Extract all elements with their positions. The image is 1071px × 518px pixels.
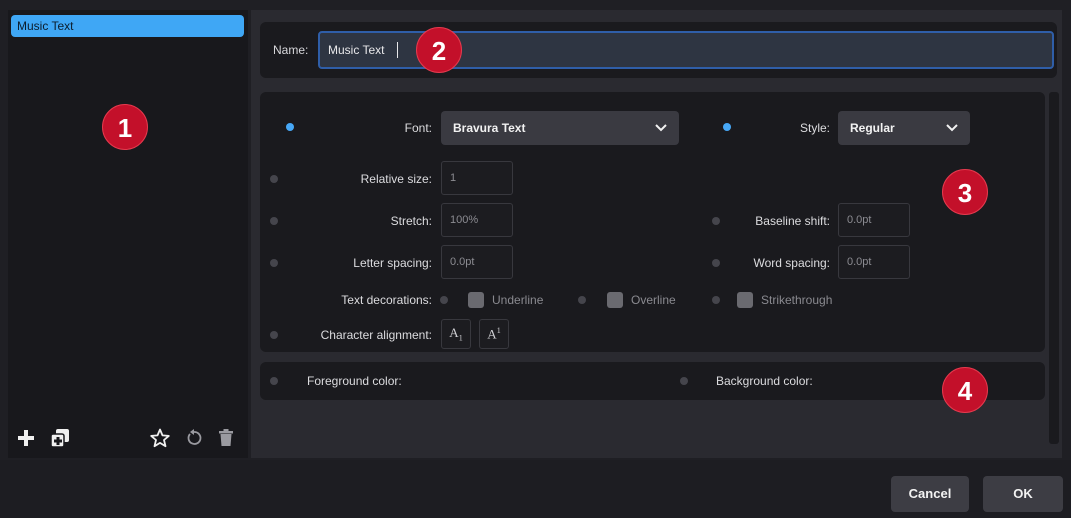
letter-spacing-enable-switch[interactable] (270, 258, 290, 268)
underline-enable-switch[interactable] (440, 295, 460, 305)
callout-badge-1: 1 (102, 104, 148, 150)
word-spacing-field[interactable]: 0.0pt (838, 245, 910, 279)
letter-spacing-label: Letter spacing: (353, 256, 432, 270)
style-value: Regular (850, 121, 895, 135)
star-icon[interactable] (148, 426, 172, 450)
text-caret (397, 42, 398, 58)
color-properties-group: Foreground color: Background color: (260, 362, 1045, 400)
baseline-shift-label: Baseline shift: (755, 214, 830, 228)
revert-icon[interactable] (182, 426, 206, 450)
name-label: Name: (273, 43, 309, 57)
stretch-enable-switch[interactable] (270, 216, 290, 226)
character-alignment-enable-switch[interactable] (270, 330, 290, 340)
strikethrough-enable-switch[interactable] (712, 295, 732, 305)
relative-size-label: Relative size: (360, 172, 432, 186)
character-alignment-label: Character alignment: (320, 328, 432, 342)
overline-checkbox[interactable] (607, 292, 623, 308)
stretch-field[interactable]: 100% (441, 203, 513, 237)
list-item-music-text[interactable]: Music Text (11, 15, 244, 37)
overline-enable-switch[interactable] (578, 295, 598, 305)
trash-icon[interactable] (214, 426, 238, 450)
cancel-button[interactable]: Cancel (891, 476, 969, 512)
style-enable-switch[interactable] (712, 122, 732, 132)
word-spacing-label: Word spacing: (753, 256, 830, 270)
chevron-down-icon (655, 124, 667, 132)
font-properties-group: Font: Bravura Text Style: Regular Relati… (260, 92, 1045, 352)
overline-label: Overline (631, 293, 676, 307)
callout-badge-4: 4 (942, 367, 988, 413)
subscript-align-button[interactable]: A1 (441, 319, 471, 349)
dialog-button-bar: Cancel OK (0, 460, 1071, 518)
callout-badge-3: 3 (942, 169, 988, 215)
relative-size-field[interactable]: 1 (441, 161, 513, 195)
scrollbar[interactable] (1049, 92, 1059, 444)
style-label: Style: (799, 121, 830, 135)
text-decorations-label: Text decorations: (341, 293, 432, 307)
callout-badge-2: 2 (416, 27, 462, 73)
font-label: Font: (404, 121, 432, 135)
plus-icon[interactable] (14, 426, 38, 450)
baseline-shift-field[interactable]: 0.0pt (838, 203, 910, 237)
font-value: Bravura Text (453, 121, 526, 135)
paragraph-style-list: Music Text (8, 10, 248, 458)
foreground-color-label: Foreground color: (307, 374, 402, 388)
duplicate-icon[interactable] (48, 426, 72, 450)
underline-checkbox[interactable] (468, 292, 484, 308)
word-spacing-enable-switch[interactable] (712, 258, 732, 268)
name-row: Name: (260, 22, 1057, 78)
relative-size-enable-switch[interactable] (270, 174, 290, 184)
style-dropdown[interactable]: Regular (838, 111, 970, 145)
ok-button[interactable]: OK (983, 476, 1063, 512)
font-dropdown[interactable]: Bravura Text (441, 111, 679, 145)
background-color-label: Background color: (716, 374, 813, 388)
font-enable-switch[interactable] (275, 122, 295, 132)
foreground-color-enable-switch[interactable] (270, 376, 290, 386)
strikethrough-label: Strikethrough (761, 293, 833, 307)
list-toolbar (8, 418, 248, 458)
subscript-align-icon: A1 (449, 325, 463, 343)
letter-spacing-field[interactable]: 0.0pt (441, 245, 513, 279)
stretch-label: Stretch: (390, 214, 432, 228)
chevron-down-icon (946, 124, 958, 132)
superscript-align-button[interactable]: A1 (479, 319, 509, 349)
baseline-shift-enable-switch[interactable] (712, 216, 732, 226)
strikethrough-checkbox[interactable] (737, 292, 753, 308)
underline-label: Underline (492, 293, 544, 307)
style-editor: Name: Font: Bravura Text Style: Regular … (251, 10, 1062, 458)
superscript-align-icon: A1 (487, 325, 501, 342)
background-color-enable-switch[interactable] (680, 376, 700, 386)
